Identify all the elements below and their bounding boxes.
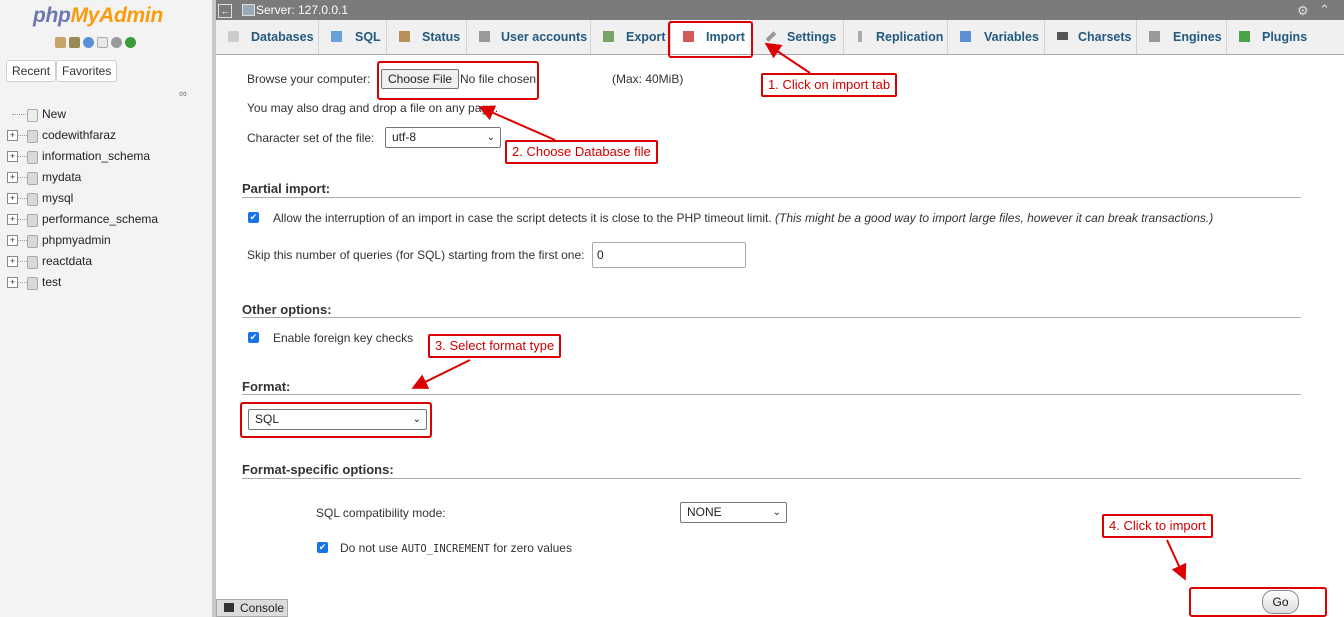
arrow-step4 bbox=[1166, 539, 1187, 581]
annotation-arrows bbox=[411, 42, 1187, 581]
arrow-step1 bbox=[764, 42, 811, 74]
arrow-step3 bbox=[411, 359, 471, 389]
arrow-step2 bbox=[478, 105, 556, 141]
